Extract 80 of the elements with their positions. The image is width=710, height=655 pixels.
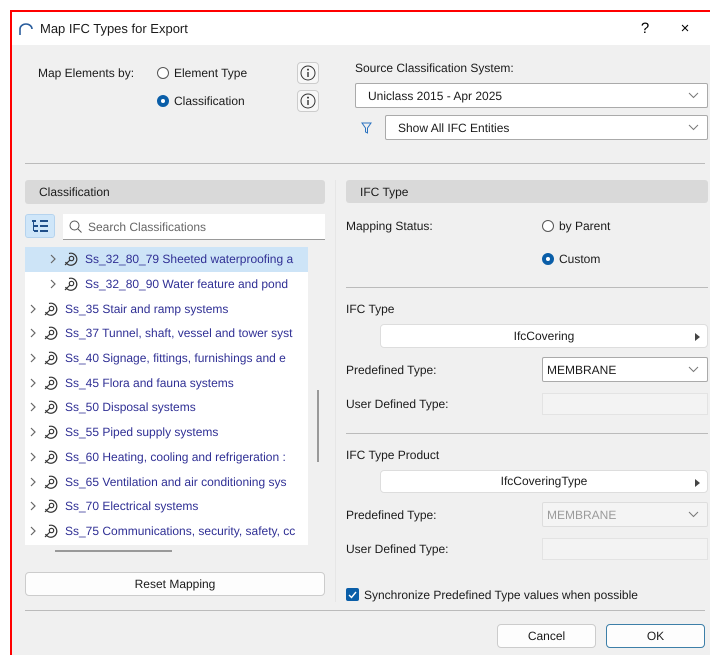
radio-button[interactable]: Classification [157, 94, 297, 108]
field-label: Predefined Type: [346, 508, 438, 522]
chevron-icon[interactable] [29, 501, 37, 512]
checkmark-icon [348, 590, 357, 599]
radio-button[interactable]: Custom [542, 252, 708, 266]
classification-icon [43, 522, 59, 539]
tree-item[interactable]: Ss_32_80_90 Water feature and pond [25, 272, 308, 296]
filter-dropdown[interactable]: Show All IFC Entities [385, 115, 708, 140]
panel-header: IFC Type [346, 180, 708, 204]
ifc-type-button[interactable]: IfcCoveringType [380, 470, 708, 493]
classification-icon [43, 399, 59, 416]
tree-item[interactable]: Ss_50 Disposal systems [25, 395, 308, 420]
classification-icon [43, 424, 59, 440]
triangle-right-icon [695, 333, 700, 342]
field-label: User Defined Type: [346, 396, 450, 411]
classification-icon [43, 350, 59, 366]
radio-button[interactable]: by Parent [542, 218, 708, 233]
reset-mapping-button[interactable]: Reset Mapping [25, 572, 325, 596]
tree-item[interactable]: Ss_45 Flora and fauna systems [25, 370, 308, 396]
tree-item[interactable]: Ss_60 Heating, cooling and refrigeration : [25, 444, 308, 470]
chevron-icon[interactable] [29, 402, 37, 412]
chevron-icon[interactable] [29, 328, 37, 338]
tree-item[interactable]: Ss_40 Signage, fittings, furnishings and e [25, 346, 308, 370]
tree-view-button[interactable] [25, 214, 55, 238]
chevron-down-icon [688, 366, 699, 374]
filter-icon [361, 122, 372, 134]
triangle-right-icon [695, 478, 700, 487]
tree-item[interactable]: Ss_37 Tunnel, shaft, vessel and tower syst [25, 321, 308, 346]
chevron-down-icon [688, 124, 699, 131]
chevron-icon[interactable] [29, 526, 37, 536]
chevron-icon[interactable] [49, 279, 57, 290]
search-field[interactable]: Search Classifications [63, 214, 325, 240]
info-button[interactable] [297, 62, 319, 84]
tree-item[interactable]: Ss_55 Piped supply systems [25, 420, 308, 444]
cancel-button[interactable]: Cancel [497, 624, 596, 648]
chevron-icon[interactable] [29, 476, 37, 487]
classification-system-dropdown[interactable]: Uniclass 2015 - Apr 2025 [355, 83, 708, 108]
ifc-type-button[interactable]: IfcCovering [380, 324, 708, 348]
chevron-icon[interactable] [29, 427, 37, 438]
tree-item[interactable]: Ss_35 Stair and ramp systems [25, 296, 308, 322]
panel-header: Classification [25, 180, 325, 204]
tree-item[interactable]: Ss_65 Ventilation and air conditioning sys [25, 469, 308, 494]
field-label: User Defined Type: [346, 542, 450, 556]
predefined-type-dropdown[interactable]: MEMBRANE [542, 357, 708, 382]
sync-checkbox[interactable]: Synchronize Predefined Type values when possible [346, 588, 708, 602]
tree-list-icon [32, 220, 48, 232]
chevron-icon[interactable] [29, 378, 37, 388]
classification-icon [43, 498, 59, 514]
classification-icon [63, 251, 79, 268]
info-button[interactable] [297, 90, 319, 112]
field-label: Mapping Status: [346, 218, 434, 233]
radio-button[interactable]: Element Type [157, 66, 297, 80]
close-button[interactable]: × [668, 14, 702, 42]
chevron-down-icon [688, 511, 699, 518]
tree-item[interactable]: Ss_70 Electrical systems [25, 494, 308, 519]
classification-icon [43, 474, 59, 490]
classification-icon [63, 276, 79, 292]
field-label: Predefined Type: [346, 362, 438, 377]
scrollbar-thumb[interactable] [317, 390, 319, 462]
classification-icon [43, 448, 59, 465]
window-title: Map IFC Types for Export [40, 21, 189, 36]
classification-icon [43, 374, 59, 391]
chevron-down-icon [688, 92, 699, 99]
field-label: Source Classification System: [355, 61, 515, 75]
chevron-icon[interactable] [29, 353, 37, 364]
search-icon [69, 220, 82, 233]
scrollbar-thumb[interactable] [55, 550, 172, 552]
tree-item[interactable]: Ss_75 Communications, security, safety, cc [25, 518, 308, 544]
classification-icon [43, 325, 59, 342]
help-button[interactable]: ? [628, 14, 662, 42]
chevron-icon[interactable] [29, 304, 37, 314]
section-title: IFC Type [346, 302, 396, 316]
app-icon [18, 22, 34, 36]
chevron-icon[interactable] [29, 452, 37, 462]
chevron-icon[interactable] [49, 254, 57, 264]
ok-button[interactable]: OK [606, 624, 705, 648]
tree-item[interactable]: Ss_32_80_79 Sheeted waterproofing a [25, 247, 308, 272]
classification-icon [43, 300, 59, 317]
field-label: Map Elements by: [37, 66, 136, 80]
section-title: IFC Type Product [346, 448, 440, 462]
